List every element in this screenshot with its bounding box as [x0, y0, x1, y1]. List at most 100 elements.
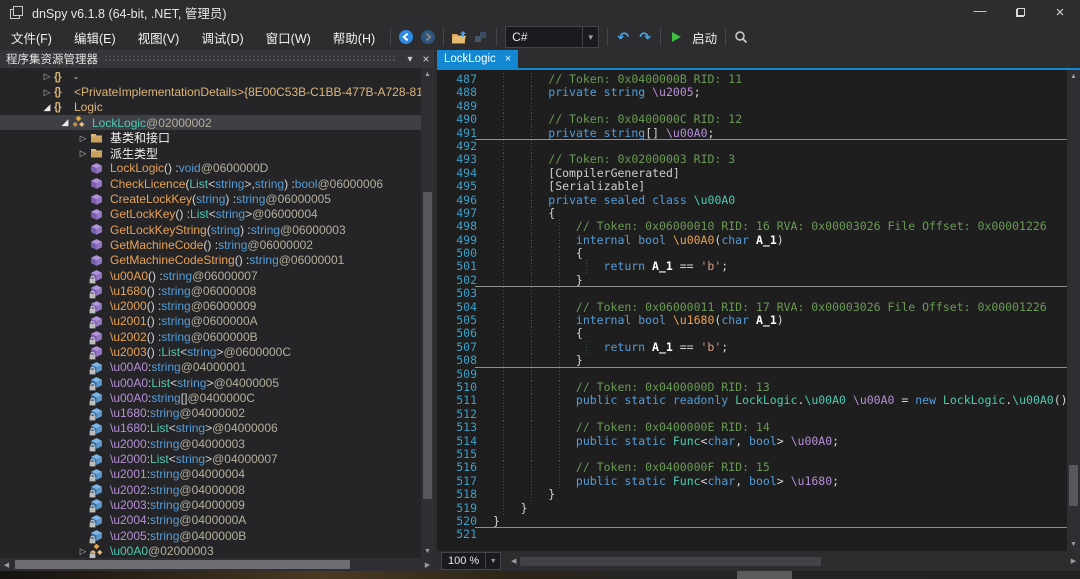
expander-collapsed-icon[interactable]: ▷	[76, 134, 90, 143]
indent-guide	[531, 100, 532, 113]
scroll-down-icon[interactable]: ▼	[421, 545, 434, 558]
tree-row[interactable]: \u00A0 : List<string> @04000005	[0, 375, 421, 390]
tree-row[interactable]: GetMachineCodeString() : string @0600000…	[0, 253, 421, 268]
folder-icon	[90, 131, 106, 145]
tree-row[interactable]: GetLockKeyString(string) : string @06000…	[0, 222, 421, 237]
tree-row[interactable]: \u2003 : string @04000009	[0, 497, 421, 512]
tree-row[interactable]: \u00A0 : string @04000001	[0, 360, 421, 375]
line-number: 509	[437, 368, 477, 381]
tree-row[interactable]: ▷{}<PrivateImplementationDetails>{8E00C5…	[0, 84, 421, 99]
tree-row-text: List	[161, 345, 180, 359]
tree-row[interactable]: \u2004 : string @0400000A	[0, 513, 421, 528]
tree-row[interactable]: \u2002 : string @04000008	[0, 482, 421, 497]
menu-item[interactable]: 调试(D)	[190, 24, 254, 51]
tree-row[interactable]: CheckLicence(List<string>, string) : boo…	[0, 176, 421, 191]
tree-row[interactable]: \u1680 : string @04000002	[0, 406, 421, 421]
tree-row[interactable]: CreateLockKey(string) : string @06000005	[0, 191, 421, 206]
tree-row[interactable]: GetLockKey() : List<string> @06000004	[0, 207, 421, 222]
close-button[interactable]: ×	[1040, 0, 1080, 24]
search-button[interactable]	[730, 26, 752, 48]
scroll-left-icon[interactable]: ◀	[507, 555, 520, 568]
scroll-up-icon[interactable]: ▲	[421, 68, 434, 81]
scroll-down-icon[interactable]: ▼	[1067, 538, 1080, 551]
back-button[interactable]	[395, 26, 417, 48]
field-lock-icon	[90, 498, 106, 512]
indent-guide	[531, 341, 532, 354]
tree-row[interactable]: ▷{}-	[0, 69, 421, 84]
line-number: 508	[437, 354, 477, 367]
tree-row-text: @04000003	[179, 437, 245, 451]
scroll-right-icon[interactable]: ▶	[421, 558, 434, 571]
indent-guide	[503, 207, 504, 220]
tree-row[interactable]: LockLogic() : void @0600000D	[0, 161, 421, 176]
menu-item[interactable]: 帮助(H)	[322, 24, 386, 51]
tree-row[interactable]: \u1680() : string @06000008	[0, 283, 421, 298]
tree-row[interactable]: \u2005 : string @0400000B	[0, 528, 421, 543]
tree-row[interactable]: \u2000 : List<string> @04000007	[0, 451, 421, 466]
tree-row[interactable]: \u1680 : List<string> @04000006	[0, 421, 421, 436]
forward-button[interactable]	[417, 26, 439, 48]
expander-expanded-icon[interactable]: ◢	[40, 103, 54, 112]
tree-vertical-scrollbar[interactable]: ▲ ▼	[421, 68, 434, 558]
start-label[interactable]: 启动	[692, 28, 717, 47]
tree-row-text: @06000004	[252, 207, 318, 221]
chevron-down-icon[interactable]: ▼	[582, 27, 598, 47]
tree-row[interactable]: \u00A0() : string @06000007	[0, 268, 421, 283]
tree-row[interactable]: ◢LockLogic @02000002	[0, 115, 421, 130]
expander-collapsed-icon[interactable]: ▷	[76, 149, 90, 158]
tree-row[interactable]: \u2000() : string @06000009	[0, 298, 421, 313]
minimize-button[interactable]: —	[960, 0, 1000, 24]
tree-row[interactable]: \u2003() : List<string> @0600000C	[0, 344, 421, 359]
tree-row[interactable]: \u2002() : string @0600000B	[0, 329, 421, 344]
tab-close-icon[interactable]: ×	[505, 53, 511, 65]
menu-item[interactable]: 视图(V)	[127, 24, 191, 51]
expander-expanded-icon[interactable]: ◢	[58, 118, 72, 127]
scroll-right-icon[interactable]: ▶	[1067, 555, 1080, 568]
tree-horizontal-scrollbar[interactable]: ◀ ▶	[0, 558, 434, 571]
editor-horizontal-scrollbar[interactable]: ◀ ▶	[507, 555, 1080, 568]
menu-item[interactable]: 文件(F)	[0, 24, 63, 51]
panel-menu-icon[interactable]: ▾	[402, 54, 418, 65]
tree-row-text: () :	[203, 238, 218, 252]
chevron-down-icon[interactable]: ▼	[485, 553, 500, 569]
line-number: 515	[437, 448, 477, 461]
panel-close-icon[interactable]: ×	[418, 52, 434, 66]
editor-vertical-scrollbar[interactable]: ▲ ▼	[1067, 70, 1080, 551]
expander-collapsed-icon[interactable]: ▷	[40, 72, 54, 81]
scroll-left-icon[interactable]: ◀	[0, 558, 13, 571]
tree-row[interactable]: \u2001() : string @0600000A	[0, 314, 421, 329]
expander-collapsed-icon[interactable]: ▷	[40, 88, 54, 97]
modules-icon[interactable]	[470, 26, 492, 48]
redo-button[interactable]: ↷	[634, 26, 656, 48]
tree-hscroll-thumb[interactable]	[15, 560, 350, 569]
code-text: // Token: 0x06000011 RID: 17 RVA: 0x0000…	[493, 301, 1047, 314]
line-number: 501	[437, 260, 477, 273]
tree-row[interactable]: ◢{}Logic	[0, 100, 421, 115]
scroll-up-icon[interactable]: ▲	[1067, 70, 1080, 83]
tree-row[interactable]: ▷基类和接口	[0, 130, 421, 145]
zoom-combobox[interactable]: 100 % ▼	[441, 552, 501, 570]
menu-item[interactable]: 编辑(E)	[63, 24, 127, 51]
tree-row[interactable]: \u00A0 : string[] @0400000C	[0, 390, 421, 405]
tree-row[interactable]: ▷派生类型	[0, 145, 421, 160]
code-editor[interactable]: 487// Token: 0x0400000B RID: 11488privat…	[437, 70, 1067, 551]
tree-row[interactable]: GetMachineCode() : string @06000002	[0, 237, 421, 252]
open-file-button[interactable]	[448, 26, 470, 48]
assembly-tree[interactable]: ▷{}-▷{}<PrivateImplementationDetails>{8E…	[0, 68, 421, 558]
language-combobox[interactable]: C# ▼	[505, 26, 599, 48]
editor-vscroll-thumb[interactable]	[1069, 465, 1078, 506]
tree-row[interactable]: \u2000 : string @04000003	[0, 436, 421, 451]
tree-row-text: []	[181, 391, 188, 405]
editor-hscroll-thumb[interactable]	[520, 557, 821, 566]
menu-item[interactable]: 窗口(W)	[255, 24, 322, 51]
tab-locklogic[interactable]: LockLogic ×	[437, 50, 518, 68]
start-button[interactable]	[665, 26, 687, 48]
indent-guide	[503, 488, 504, 501]
tree-row[interactable]: \u2001 : string @04000004	[0, 467, 421, 482]
expander-collapsed-icon[interactable]: ▷	[76, 547, 90, 556]
tree-vscroll-thumb[interactable]	[423, 192, 432, 498]
undo-button[interactable]: ↶	[612, 26, 634, 48]
restore-button[interactable]	[1000, 0, 1040, 24]
tree-row[interactable]: ▷\u00A0 @02000003	[0, 543, 421, 558]
method-icon	[90, 161, 106, 175]
